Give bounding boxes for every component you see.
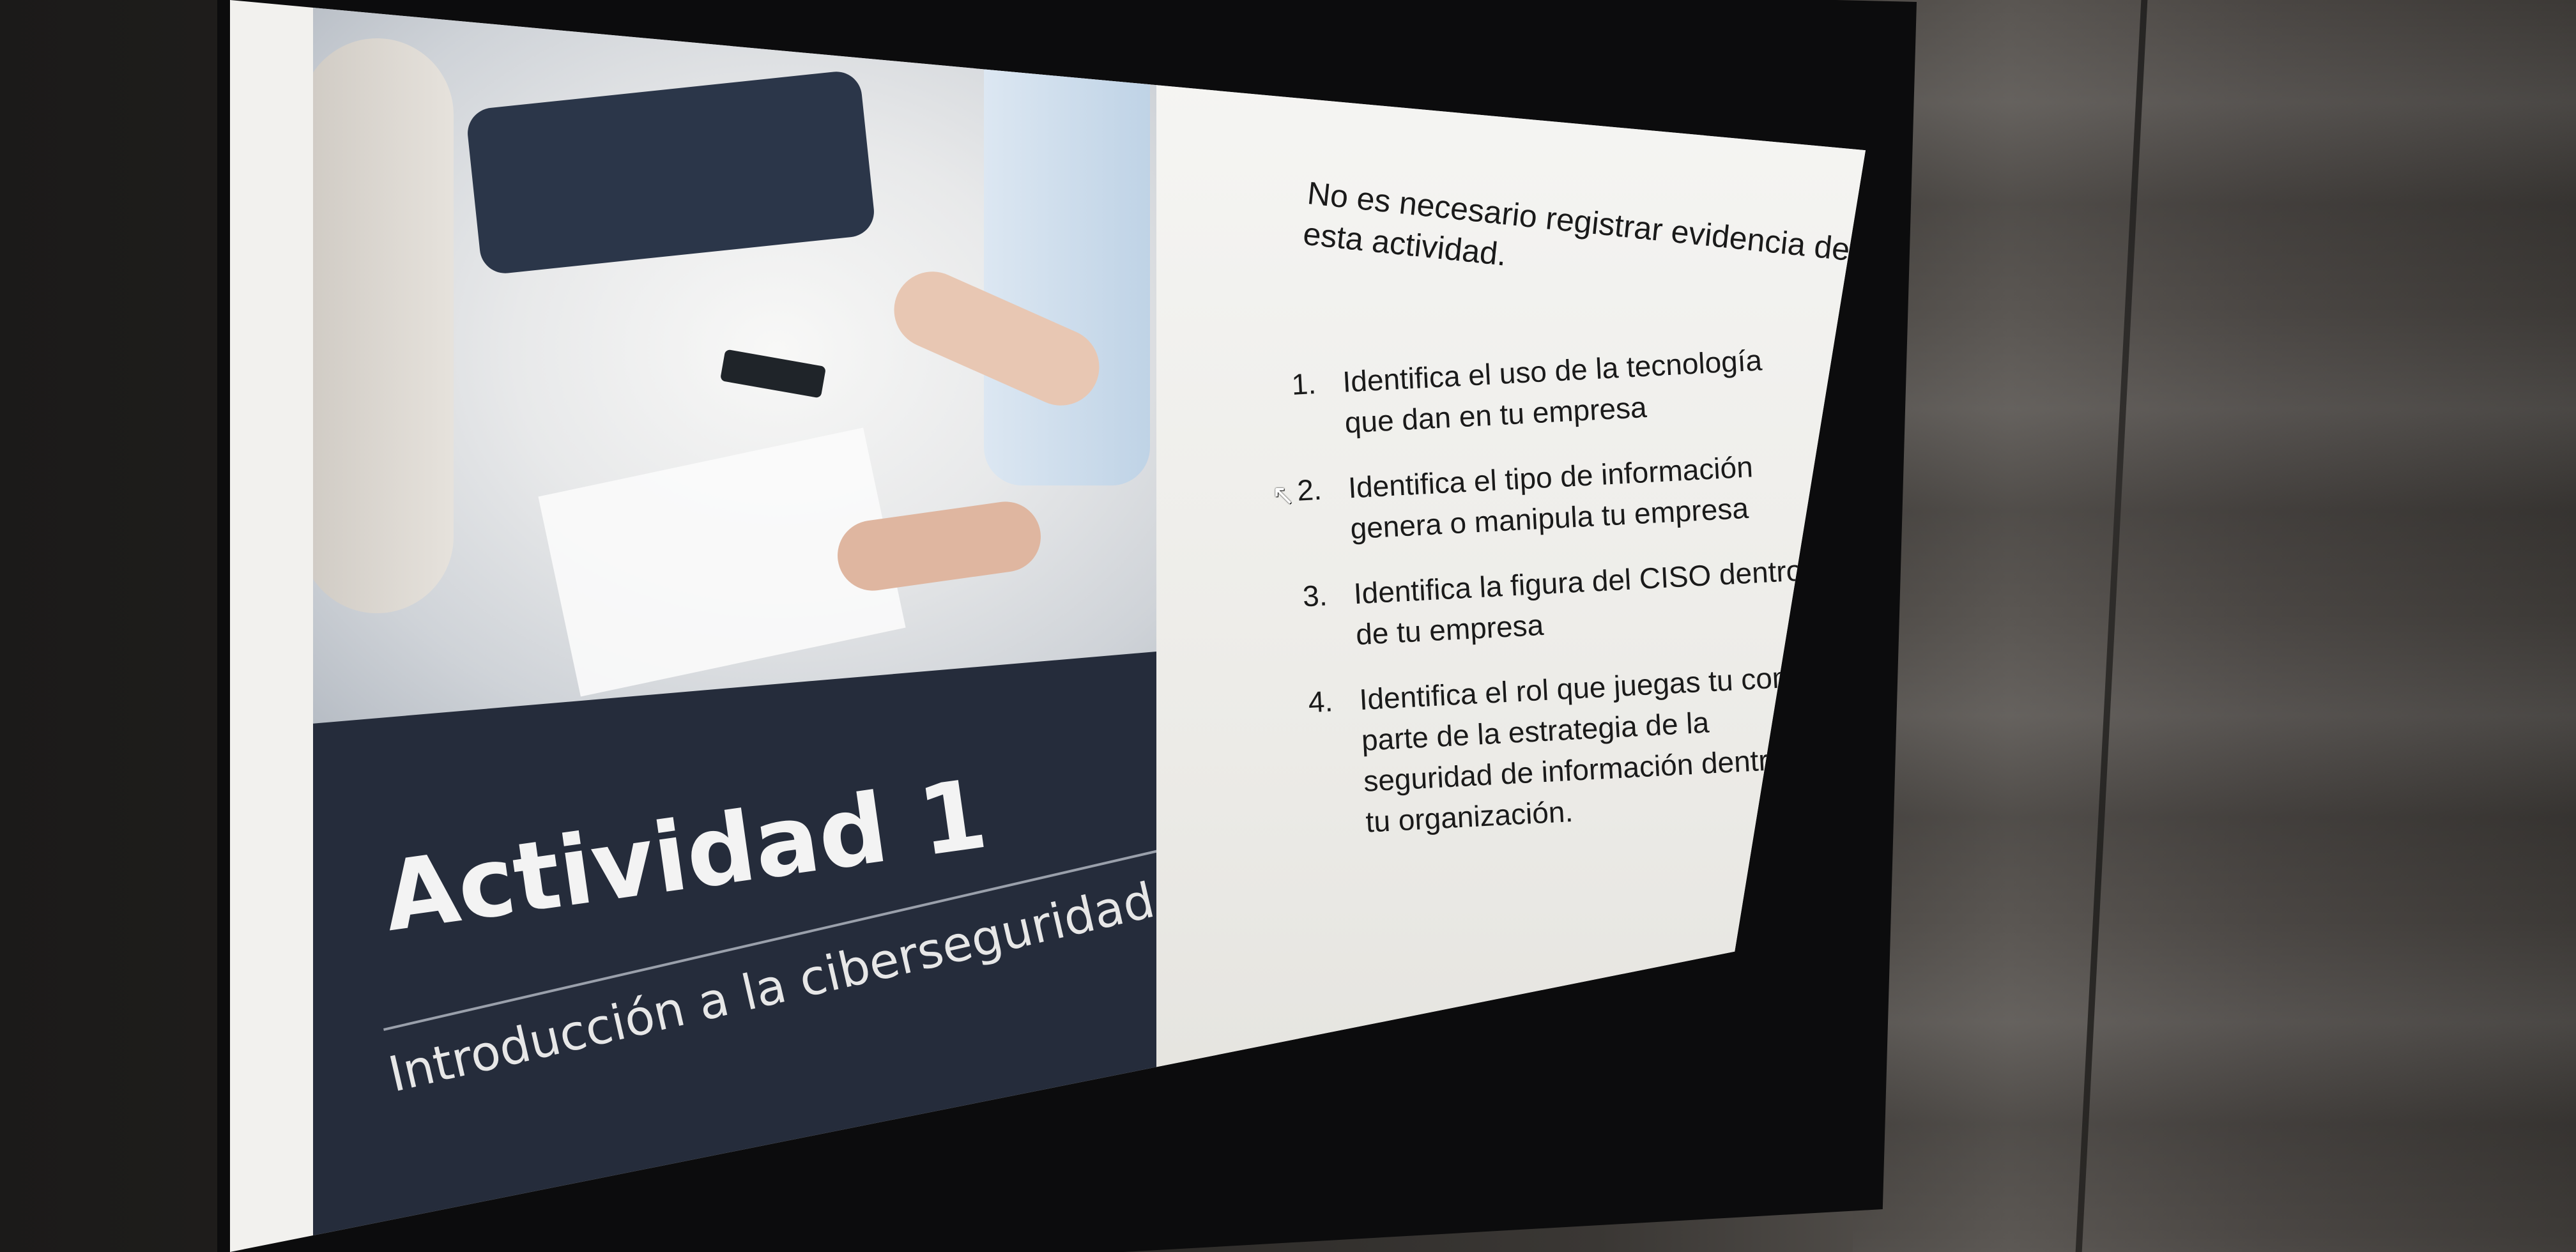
step-number: 2. bbox=[1296, 472, 1323, 507]
step-number: 4. bbox=[1307, 684, 1334, 719]
step-number: 1. bbox=[1291, 366, 1317, 401]
wall-shadow-bands bbox=[1853, 0, 2576, 1252]
list-item: 3. Identifica la figura del CISO dentro … bbox=[1301, 549, 1829, 658]
mouse-pointer-icon: ↖ bbox=[1271, 479, 1295, 512]
photo-phone bbox=[719, 349, 827, 399]
slide-photo bbox=[313, 0, 1156, 728]
photo-person-silhouette bbox=[313, 38, 454, 613]
photo-dark-sleeve bbox=[465, 69, 877, 276]
photo-light-shirt bbox=[984, 26, 1150, 485]
list-item: 2. Identifica el tipo de información gen… bbox=[1296, 443, 1824, 552]
step-text: Identifica la figura del CISO dentro de … bbox=[1353, 553, 1804, 652]
photo-scene: Actividad 1 Introducción a la cibersegur… bbox=[0, 0, 2576, 1252]
step-text: Identifica el uso de la tecnología que d… bbox=[1342, 343, 1763, 439]
step-text: Identifica el tipo de información genera… bbox=[1347, 450, 1754, 546]
step-number: 3. bbox=[1301, 578, 1328, 613]
step-text: Identifica el rol que juegas tu como par… bbox=[1358, 659, 1827, 839]
steps-list: 1. Identifica el uso de la tecnología qu… bbox=[1291, 337, 1840, 869]
